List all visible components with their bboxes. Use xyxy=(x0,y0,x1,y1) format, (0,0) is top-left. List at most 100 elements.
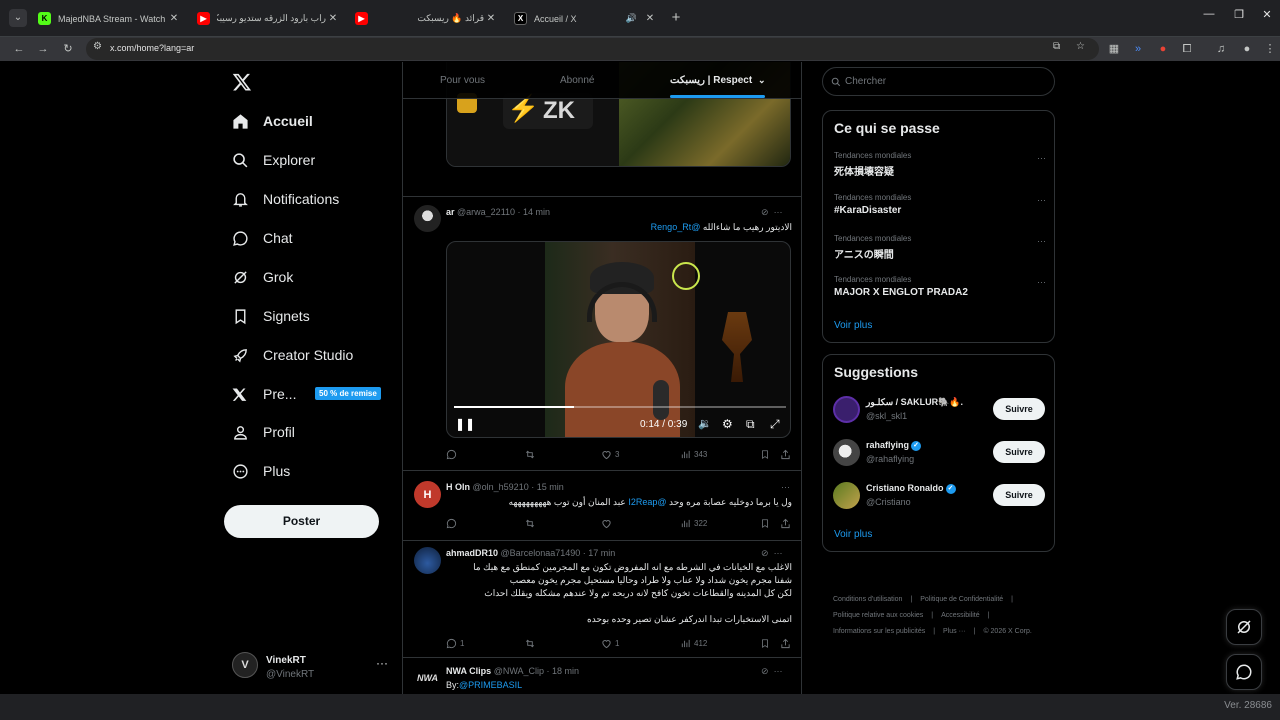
site-info-icon[interactable]: ⚙ xyxy=(93,41,102,52)
extension-icon[interactable]: ▦ xyxy=(1105,40,1123,58)
tab-search-button[interactable]: ⌄ xyxy=(9,9,27,27)
footer-link[interactable]: Conditions d'utilisation xyxy=(833,596,902,603)
account-switcher[interactable]: V VinekRT @VinekRT ··· xyxy=(224,647,394,683)
dock-icon[interactable]: ⧉ xyxy=(746,417,755,432)
repost-button[interactable] xyxy=(524,449,539,460)
footer-link[interactable]: Plus ··· xyxy=(943,628,966,635)
nav-chat[interactable]: Chat xyxy=(224,223,394,253)
forward-icon[interactable]: → xyxy=(34,40,52,58)
tweet-time[interactable]: 14 min xyxy=(523,207,550,217)
grok-floating-button[interactable] xyxy=(1226,609,1262,645)
avatar[interactable] xyxy=(833,482,860,509)
repost-button[interactable] xyxy=(524,638,539,649)
tweet[interactable]: NWA NWA Clips @NWA_Clip · 18 min ⊘ ··· B… xyxy=(403,658,801,694)
author-handle[interactable]: @Barcelonaa71490 xyxy=(501,548,581,558)
nav-signets[interactable]: Signets xyxy=(224,301,394,331)
close-icon[interactable]: ✕ xyxy=(326,13,340,24)
tweet[interactable]: ahmadDR10 @Barcelonaa71490 · 17 min ⊘ ··… xyxy=(403,541,801,658)
suggestion-item[interactable]: rahaflying ✓ @rahaflying Suivre xyxy=(833,437,1045,467)
tweet[interactable]: ar @arwa_22110 · 14 min ⊘ ··· الاديتور ر… xyxy=(403,197,801,471)
volume-icon[interactable]: 🔉 xyxy=(698,417,712,430)
follow-button[interactable]: Suivre xyxy=(993,441,1045,463)
tweet-time[interactable]: 17 min xyxy=(588,548,615,558)
author-handle[interactable]: @oln_h59210 xyxy=(473,482,529,492)
install-app-icon[interactable]: ⧉ xyxy=(1053,41,1060,52)
nav-explorer[interactable]: Explorer xyxy=(224,145,394,175)
footer-link[interactable]: Politique relative aux cookies xyxy=(833,612,923,619)
tab-abonne[interactable]: Abonné xyxy=(560,62,594,99)
share-button[interactable] xyxy=(780,638,794,649)
close-window-icon[interactable]: ✕ xyxy=(1252,8,1280,21)
x-logo-icon[interactable] xyxy=(232,72,252,92)
avatar[interactable]: H xyxy=(414,481,441,508)
bookmark-button[interactable] xyxy=(760,518,773,529)
like-button[interactable] xyxy=(601,518,615,529)
like-button[interactable]: 1 xyxy=(601,638,619,649)
browser-tab-youtube-1[interactable]: ▶ راب بارود الزرقه ستديو رسيبكت ✕ xyxy=(191,6,346,31)
nav-notifications[interactable]: Notifications xyxy=(224,184,394,214)
reply-button[interactable] xyxy=(446,449,460,460)
menu-icon[interactable]: ⋮ xyxy=(1261,40,1279,58)
author-handle[interactable]: @arwa_22110 xyxy=(457,207,515,217)
nav-accueil[interactable]: Accueil xyxy=(224,106,394,136)
avatar[interactable] xyxy=(833,396,860,423)
mention-link[interactable]: @Rengo_Rt xyxy=(651,222,701,232)
grok-icon[interactable]: ⊘ xyxy=(761,548,769,558)
grok-icon[interactable]: ⊘ xyxy=(761,207,769,217)
speaker-icon[interactable]: 🔊 xyxy=(626,13,637,24)
tweet[interactable]: H H Oln @oln_h59210 · 15 min ··· ول يا ب… xyxy=(403,471,801,541)
avatar[interactable]: NWA xyxy=(414,664,441,691)
nav-grok[interactable]: Grok xyxy=(224,262,394,292)
author-name[interactable]: H Oln xyxy=(446,482,470,492)
trend-item[interactable]: Tendances mondiales アニスの瞬間 ··· xyxy=(834,234,1046,261)
views-button[interactable]: 343 xyxy=(680,449,707,460)
trending-show-more-link[interactable]: Voir plus xyxy=(834,320,872,331)
author-name[interactable]: ahmadDR10 xyxy=(446,548,498,558)
more-icon[interactable]: ··· xyxy=(1037,153,1046,163)
new-tab-button[interactable]: + xyxy=(668,10,684,26)
grok-icon[interactable]: ⊘ xyxy=(761,666,769,676)
fullscreen-icon[interactable]: ⤢ xyxy=(770,417,780,432)
post-button[interactable]: Poster xyxy=(224,505,379,538)
nav-profil[interactable]: Profil xyxy=(224,417,394,447)
tab-pour-vous[interactable]: Pour vous xyxy=(440,62,485,99)
views-button[interactable]: 322 xyxy=(680,518,707,529)
follow-button[interactable]: Suivre xyxy=(993,398,1045,420)
nav-plus[interactable]: Plus xyxy=(224,456,394,486)
suggestion-item[interactable]: Cristiano Ronaldo ✓ @Cristiano Suivre xyxy=(833,480,1045,510)
more-icon[interactable]: ··· xyxy=(1037,236,1046,246)
suggestions-show-more-link[interactable]: Voir plus xyxy=(834,529,872,540)
more-icon[interactable]: ··· xyxy=(1037,195,1046,205)
suggestion-name[interactable]: سكلـور / SAKLUR🐘🔥. xyxy=(866,397,963,408)
tweet-time[interactable]: 18 min xyxy=(552,666,579,676)
avatar[interactable] xyxy=(414,547,441,574)
address-bar[interactable]: ⚙ x.com/home?lang=ar ⧉ ☆ xyxy=(86,38,1099,60)
author-handle[interactable]: @NWA_Clip xyxy=(494,666,544,676)
browser-tab-accueil-x[interactable]: X Accueil / X 🔊 ✕ xyxy=(508,6,663,31)
suggestion-item[interactable]: سكلـور / SAKLUR🐘🔥. @skl_skl1 Suivre xyxy=(833,394,1045,424)
reload-icon[interactable]: ↻ xyxy=(59,40,77,58)
minimize-icon[interactable]: — xyxy=(1194,8,1224,20)
browser-tab-youtube-2[interactable]: ▶ قرائد 🔥 ريسبكت ✕ xyxy=(349,6,504,31)
bookmark-button[interactable] xyxy=(760,449,773,460)
video-player[interactable]: ❚❚ 0:14 / 0:39 🔉 ⚙ ⧉ ⤢ xyxy=(446,241,791,438)
search-box[interactable]: Chercher xyxy=(822,67,1055,96)
back-icon[interactable]: ← xyxy=(10,40,28,58)
reply-button[interactable]: 1 xyxy=(446,638,464,649)
repost-button[interactable] xyxy=(524,518,539,529)
trend-item[interactable]: Tendances mondiales MAJOR X ENGLOT PRADA… xyxy=(834,275,1046,298)
like-button[interactable]: 3 xyxy=(601,449,619,460)
views-button[interactable]: 412 xyxy=(680,638,707,649)
extension-icon[interactable]: » xyxy=(1129,40,1147,58)
mention-link[interactable]: @PRIMEBASIL xyxy=(459,680,522,690)
tab-community[interactable]: ريسبكت | Respect ⌄ xyxy=(670,62,766,99)
share-button[interactable] xyxy=(780,518,794,529)
share-button[interactable] xyxy=(780,449,794,460)
browser-tab-majednba[interactable]: K MajedNBA Stream - Watch Live ✕ xyxy=(32,6,187,31)
more-icon[interactable]: ··· xyxy=(774,548,783,558)
tweet-time[interactable]: 15 min xyxy=(537,482,564,492)
video-progress-bar[interactable] xyxy=(454,406,786,408)
bookmark-star-icon[interactable]: ☆ xyxy=(1076,41,1085,52)
reply-button[interactable] xyxy=(446,518,460,529)
pause-icon[interactable]: ❚❚ xyxy=(455,417,475,431)
